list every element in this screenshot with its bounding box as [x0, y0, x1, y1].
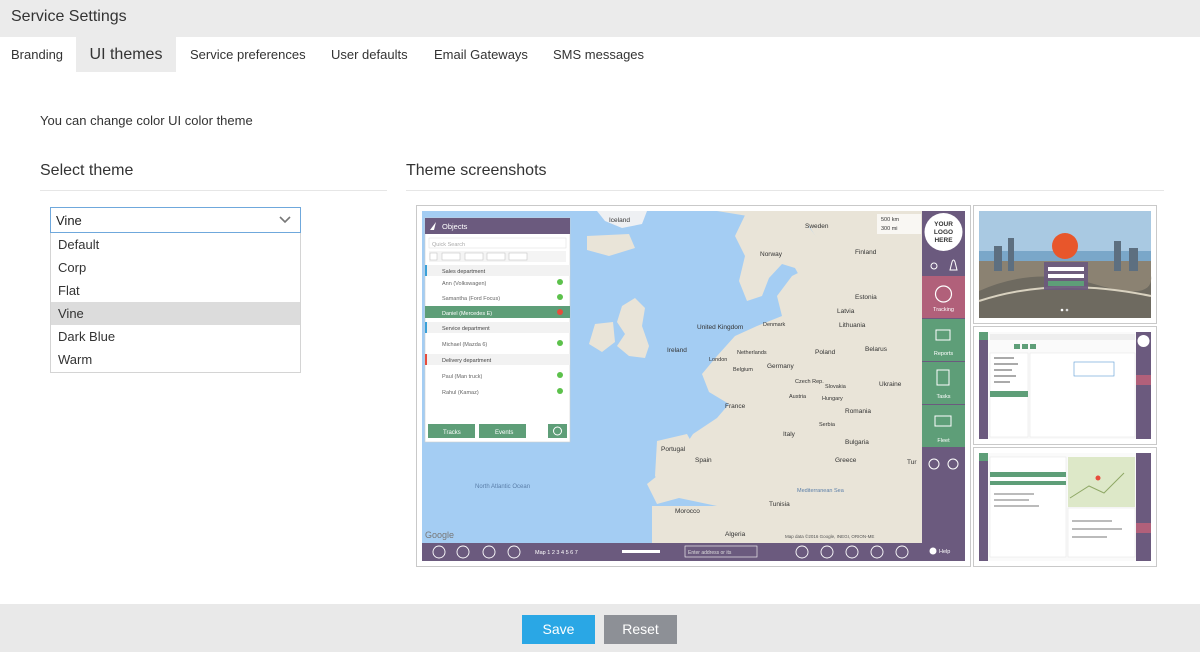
login-preview [978, 211, 1152, 318]
place-label: Serbia [819, 422, 836, 428]
side-menu-label: Tracking [933, 307, 954, 313]
theme-screenshots: Iceland Sweden Finland Norway Estonia La… [416, 205, 1157, 567]
tracks-button: Tracks [443, 430, 461, 436]
reset-button[interactable]: Reset [604, 615, 677, 644]
tab-email-gateways[interactable]: Email Gateways [434, 37, 528, 72]
theme-select-value: Vine [56, 213, 82, 228]
place-label: United Kingdom [697, 324, 743, 331]
theme-option-dark-blue[interactable]: Dark Blue [51, 325, 300, 348]
side-menu-label: Reports [934, 351, 954, 357]
place-label: France [725, 403, 746, 410]
theme-option-flat[interactable]: Flat [51, 279, 300, 302]
place-label: Ireland [667, 347, 687, 354]
place-label: Denmark [763, 322, 786, 328]
object-name: Ann (Volkswagen) [442, 281, 486, 287]
theme-options-list: Default Corp Flat Vine Dark Blue Warm [50, 233, 301, 373]
tab-user-defaults[interactable]: User defaults [331, 37, 408, 72]
theme-option-corp[interactable]: Corp [51, 256, 300, 279]
login-screenshot-thumbnail[interactable] [973, 205, 1157, 324]
logo-text: LOGO [934, 229, 953, 236]
place-label: Germany [767, 363, 794, 370]
place-label: Belarus [865, 346, 888, 353]
group-name: Sales department [442, 269, 486, 275]
help-label: Help [939, 549, 950, 555]
place-label: Morocco [675, 508, 700, 515]
place-label: Lithuania [839, 322, 866, 329]
place-label: Czech Rep. [795, 379, 824, 385]
place-label: Italy [783, 431, 796, 438]
address-input: Enter address or its [688, 550, 732, 556]
divider [406, 190, 1164, 191]
place-label: Belgium [733, 367, 753, 373]
place-label: Ukraine [879, 381, 902, 388]
group-name: Service department [442, 326, 490, 332]
theme-screenshots-heading: Theme screenshots [406, 162, 547, 179]
place-label: Latvia [837, 308, 855, 315]
tab-branding[interactable]: Branding [11, 37, 63, 72]
tab-sms-messages[interactable]: SMS messages [553, 37, 644, 72]
ocean-label: North Atlantic Ocean [475, 484, 530, 490]
object-name: Samantha (Ford Focus) [442, 296, 500, 302]
settings-tabs: Branding UI themes Service preferences U… [0, 37, 1200, 72]
place-label: London [709, 357, 727, 363]
place-label: Slovakia [825, 384, 847, 390]
sea-label: Mediterranean Sea [797, 488, 845, 494]
place-label: Hungary [822, 396, 843, 402]
tab-service-preferences[interactable]: Service preferences [190, 37, 306, 72]
quick-search-input: Quick Search [432, 242, 465, 248]
place-label: Tunisia [769, 501, 790, 508]
object-name: Michael (Mazda 6) [442, 342, 487, 348]
place-label: Poland [815, 349, 836, 356]
place-label: Portugal [661, 446, 686, 453]
page-header: Service Settings [0, 0, 1200, 37]
object-name: Paul (Man truck) [442, 374, 483, 380]
place-label: Iceland [609, 217, 630, 224]
side-menu-label: Tasks [936, 394, 950, 400]
route-preview [979, 453, 1151, 561]
events-button: Events [495, 430, 513, 436]
page-title: Service Settings [11, 8, 127, 25]
place-label: Austria [789, 394, 807, 400]
google-logo: Google [425, 530, 454, 540]
chevron-down-icon [279, 216, 291, 224]
group-name: Delivery department [442, 358, 492, 364]
map-tabs: Map 1 2 3 4 5 6 7 [535, 550, 578, 556]
scale-km: 500 km [881, 217, 899, 223]
theme-option-vine[interactable]: Vine [51, 302, 300, 325]
place-label: Finland [855, 249, 877, 256]
route-screenshot-thumbnail[interactable] [973, 447, 1157, 567]
intro-text: You can change color UI color theme [40, 113, 253, 128]
select-theme-heading: Select theme [40, 162, 134, 179]
logo-text: YOUR [934, 221, 953, 228]
place-label: Sweden [805, 223, 829, 230]
save-button[interactable]: Save [522, 615, 595, 644]
place-label: Netherlands [737, 350, 767, 356]
theme-option-warm[interactable]: Warm [51, 348, 300, 371]
scale-mi: 300 mi [881, 226, 898, 232]
place-label: Greece [835, 457, 857, 464]
side-menu-label: Fleet [937, 438, 950, 444]
object-name: Rahul (Kamaz) [442, 390, 479, 396]
place-label: Bulgaria [845, 439, 869, 446]
logo-text: HERE [934, 237, 953, 244]
place-label: Tur [907, 459, 917, 466]
tab-ui-themes[interactable]: UI themes [76, 37, 176, 72]
main-screenshot[interactable]: Iceland Sweden Finland Norway Estonia La… [416, 205, 971, 567]
list-screenshot-thumbnail[interactable] [973, 326, 1157, 445]
place-label: Spain [695, 457, 712, 464]
divider [40, 190, 387, 191]
objects-title: Objects [442, 222, 468, 231]
list-preview [979, 332, 1151, 439]
place-label: Algeria [725, 531, 746, 538]
help-icon [929, 547, 937, 555]
place-label: Romania [845, 408, 871, 415]
object-name-selected: Daniel (Mercedes E) [442, 311, 492, 317]
map-copyright: Map data ©2016 Google, INEGI, ORION-ME [785, 533, 874, 539]
theme-option-default[interactable]: Default [51, 233, 300, 256]
place-label: Norway [760, 251, 783, 258]
footer-bar: Save Reset [0, 604, 1200, 652]
map-preview: Iceland Sweden Finland Norway Estonia La… [422, 211, 965, 561]
theme-select[interactable]: Vine [50, 207, 301, 233]
place-label: Estonia [855, 294, 877, 301]
